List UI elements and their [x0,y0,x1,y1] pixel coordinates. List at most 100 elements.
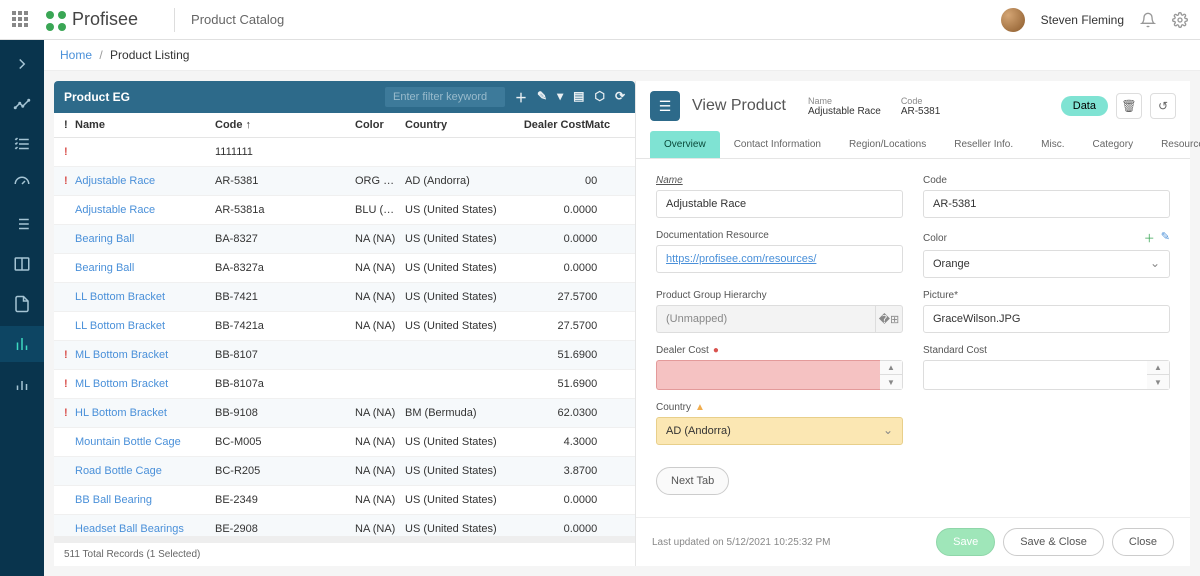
row-code: BB-7421 [215,291,355,303]
select-color[interactable] [923,250,1170,278]
table-row[interactable]: !ML Bottom BracketBB-810751.6900 [54,341,635,370]
sidebar-chart-active[interactable] [0,326,44,362]
save-close-button[interactable]: Save & Close [1003,528,1104,556]
input-pgh[interactable] [656,305,875,333]
standard-step-up[interactable]: ▲ [1147,361,1169,375]
filter-icon[interactable]: ▾ [557,89,563,106]
tab-contact-information[interactable]: Contact Information [720,131,835,158]
col-dealer-cost[interactable]: Dealer Cost [515,119,585,131]
color-edit-icon[interactable]: ✎ [1161,230,1170,246]
tab-region-locations[interactable]: Region/Locations [835,131,940,158]
table-row[interactable]: BB Ball BearingBE-2349NA (NA)US (United … [54,486,635,515]
edit-icon[interactable]: ✎ [537,89,547,106]
table-row[interactable]: !1111111 [54,138,635,167]
row-name[interactable]: Bearing Ball [75,262,134,274]
row-name[interactable]: Mountain Bottle Cage [75,436,181,448]
tab-category[interactable]: Category [1079,131,1148,158]
sidebar-list[interactable] [0,206,44,242]
input-doc[interactable] [656,245,903,273]
avatar[interactable] [1001,8,1025,32]
standard-step-down[interactable]: ▼ [1147,375,1169,389]
bell-icon[interactable] [1140,12,1156,28]
col-match[interactable]: Matc [585,119,625,131]
table-row[interactable]: Bearing BallBA-8327aNA (NA)US (United St… [54,254,635,283]
table-row[interactable]: Headset Ball BearingsBE-2908NA (NA)US (U… [54,515,635,536]
row-name[interactable]: ML Bottom Bracket [75,349,168,361]
table-row[interactable]: LL Bottom BracketBB-7421NA (NA)US (Unite… [54,283,635,312]
row-name[interactable]: HL Bottom Bracket [75,407,167,419]
col-color[interactable]: Color [355,119,405,131]
row-color: NA (NA) [355,523,405,535]
next-tab-button[interactable]: Next Tab [656,467,729,495]
sidebar-dashboard[interactable] [0,86,44,122]
row-name[interactable]: Adjustable Race [75,175,155,187]
sidebar-book[interactable] [0,246,44,282]
history-icon[interactable]: ↺ [1150,93,1176,119]
save-button[interactable]: Save [936,528,995,556]
table-row[interactable]: !Adjustable RaceAR-5381ORG …AD (Andorra)… [54,167,635,196]
row-country: US (United States) [405,523,515,535]
row-name[interactable]: Bearing Ball [75,233,134,245]
tab-overview[interactable]: Overview [650,131,720,158]
dealer-step-up[interactable]: ▲ [880,361,902,375]
pgh-picker-icon[interactable]: �⊞ [875,305,903,333]
refresh-icon[interactable]: ⟳ [615,89,625,106]
input-dealer-cost[interactable] [656,360,880,390]
tab-resources[interactable]: Resources [1147,131,1200,158]
row-name[interactable]: Adjustable Race [75,204,155,216]
color-add-icon[interactable]: ＋ [1144,230,1155,246]
row-country: BM (Bermuda) [405,407,515,419]
table-row[interactable]: !ML Bottom BracketBB-8107a51.6900 [54,370,635,399]
table-row[interactable]: Road Bottle CageBC-R205NA (NA)US (United… [54,457,635,486]
input-standard-cost[interactable] [923,360,1147,390]
label-standard: Standard Cost [923,345,1170,356]
row-color: NA (NA) [355,291,405,303]
table-row[interactable]: !HL Bottom BracketBB-9108NA (NA)BM (Berm… [54,399,635,428]
sidebar-doc[interactable] [0,286,44,322]
sidebar [0,40,44,576]
input-name[interactable] [656,190,903,218]
col-country[interactable]: Country [405,119,515,131]
sidebar-tasks[interactable] [0,126,44,162]
row-name[interactable]: LL Bottom Bracket [75,291,165,303]
col-name[interactable]: Name [75,119,215,131]
row-country: US (United States) [405,320,515,332]
label-dealer: Dealer Cost ● [656,345,903,356]
row-country: US (United States) [405,262,515,274]
col-code[interactable]: Code ↑ [215,119,355,131]
row-name[interactable]: Road Bottle Cage [75,465,162,477]
table-row[interactable]: Mountain Bottle CageBC-M005NA (NA)US (Un… [54,428,635,457]
tab-misc-[interactable]: Misc. [1027,131,1078,158]
table-row[interactable]: LL Bottom BracketBB-7421aNA (NA)US (Unit… [54,312,635,341]
row-name[interactable]: BB Ball Bearing [75,494,152,506]
table-row[interactable]: Bearing BallBA-8327NA (NA)US (United Sta… [54,225,635,254]
row-name[interactable]: Headset Ball Bearings [75,523,184,535]
tab-reseller-info-[interactable]: Reseller Info. [940,131,1027,158]
add-icon[interactable]: ＋ [515,89,527,106]
row-match: 00 [585,407,625,419]
grid-search-input[interactable] [385,87,505,107]
select-country[interactable] [656,417,903,445]
alert-icon: ! [64,407,68,419]
table-row[interactable]: Adjustable RaceAR-5381aBLU (…US (United … [54,196,635,225]
close-button[interactable]: Close [1112,528,1174,556]
row-name[interactable]: LL Bottom Bracket [75,320,165,332]
delete-icon[interactable]: 🗑 [1116,93,1142,119]
sidebar-expand[interactable] [0,46,44,82]
row-name[interactable]: ML Bottom Bracket [75,378,168,390]
sidebar-gauge[interactable] [0,166,44,202]
input-code[interactable] [923,190,1170,218]
row-color: BLU (… [355,204,405,216]
label-color: Color ＋ ✎ [923,230,1170,246]
input-picture[interactable] [923,305,1170,333]
breadcrumb-home[interactable]: Home [60,48,92,62]
export-icon[interactable]: ▤ [573,89,584,106]
label-pgh: Product Group Hierarchy [656,290,903,301]
col-alert[interactable]: ! [64,119,75,131]
data-button[interactable]: Data [1061,96,1108,116]
sidebar-chart2[interactable] [0,366,44,402]
hierarchy-icon[interactable]: ⬡ [594,89,604,106]
dealer-step-down[interactable]: ▼ [880,375,902,389]
gear-icon[interactable] [1172,12,1188,28]
apps-menu-icon[interactable] [12,11,30,29]
